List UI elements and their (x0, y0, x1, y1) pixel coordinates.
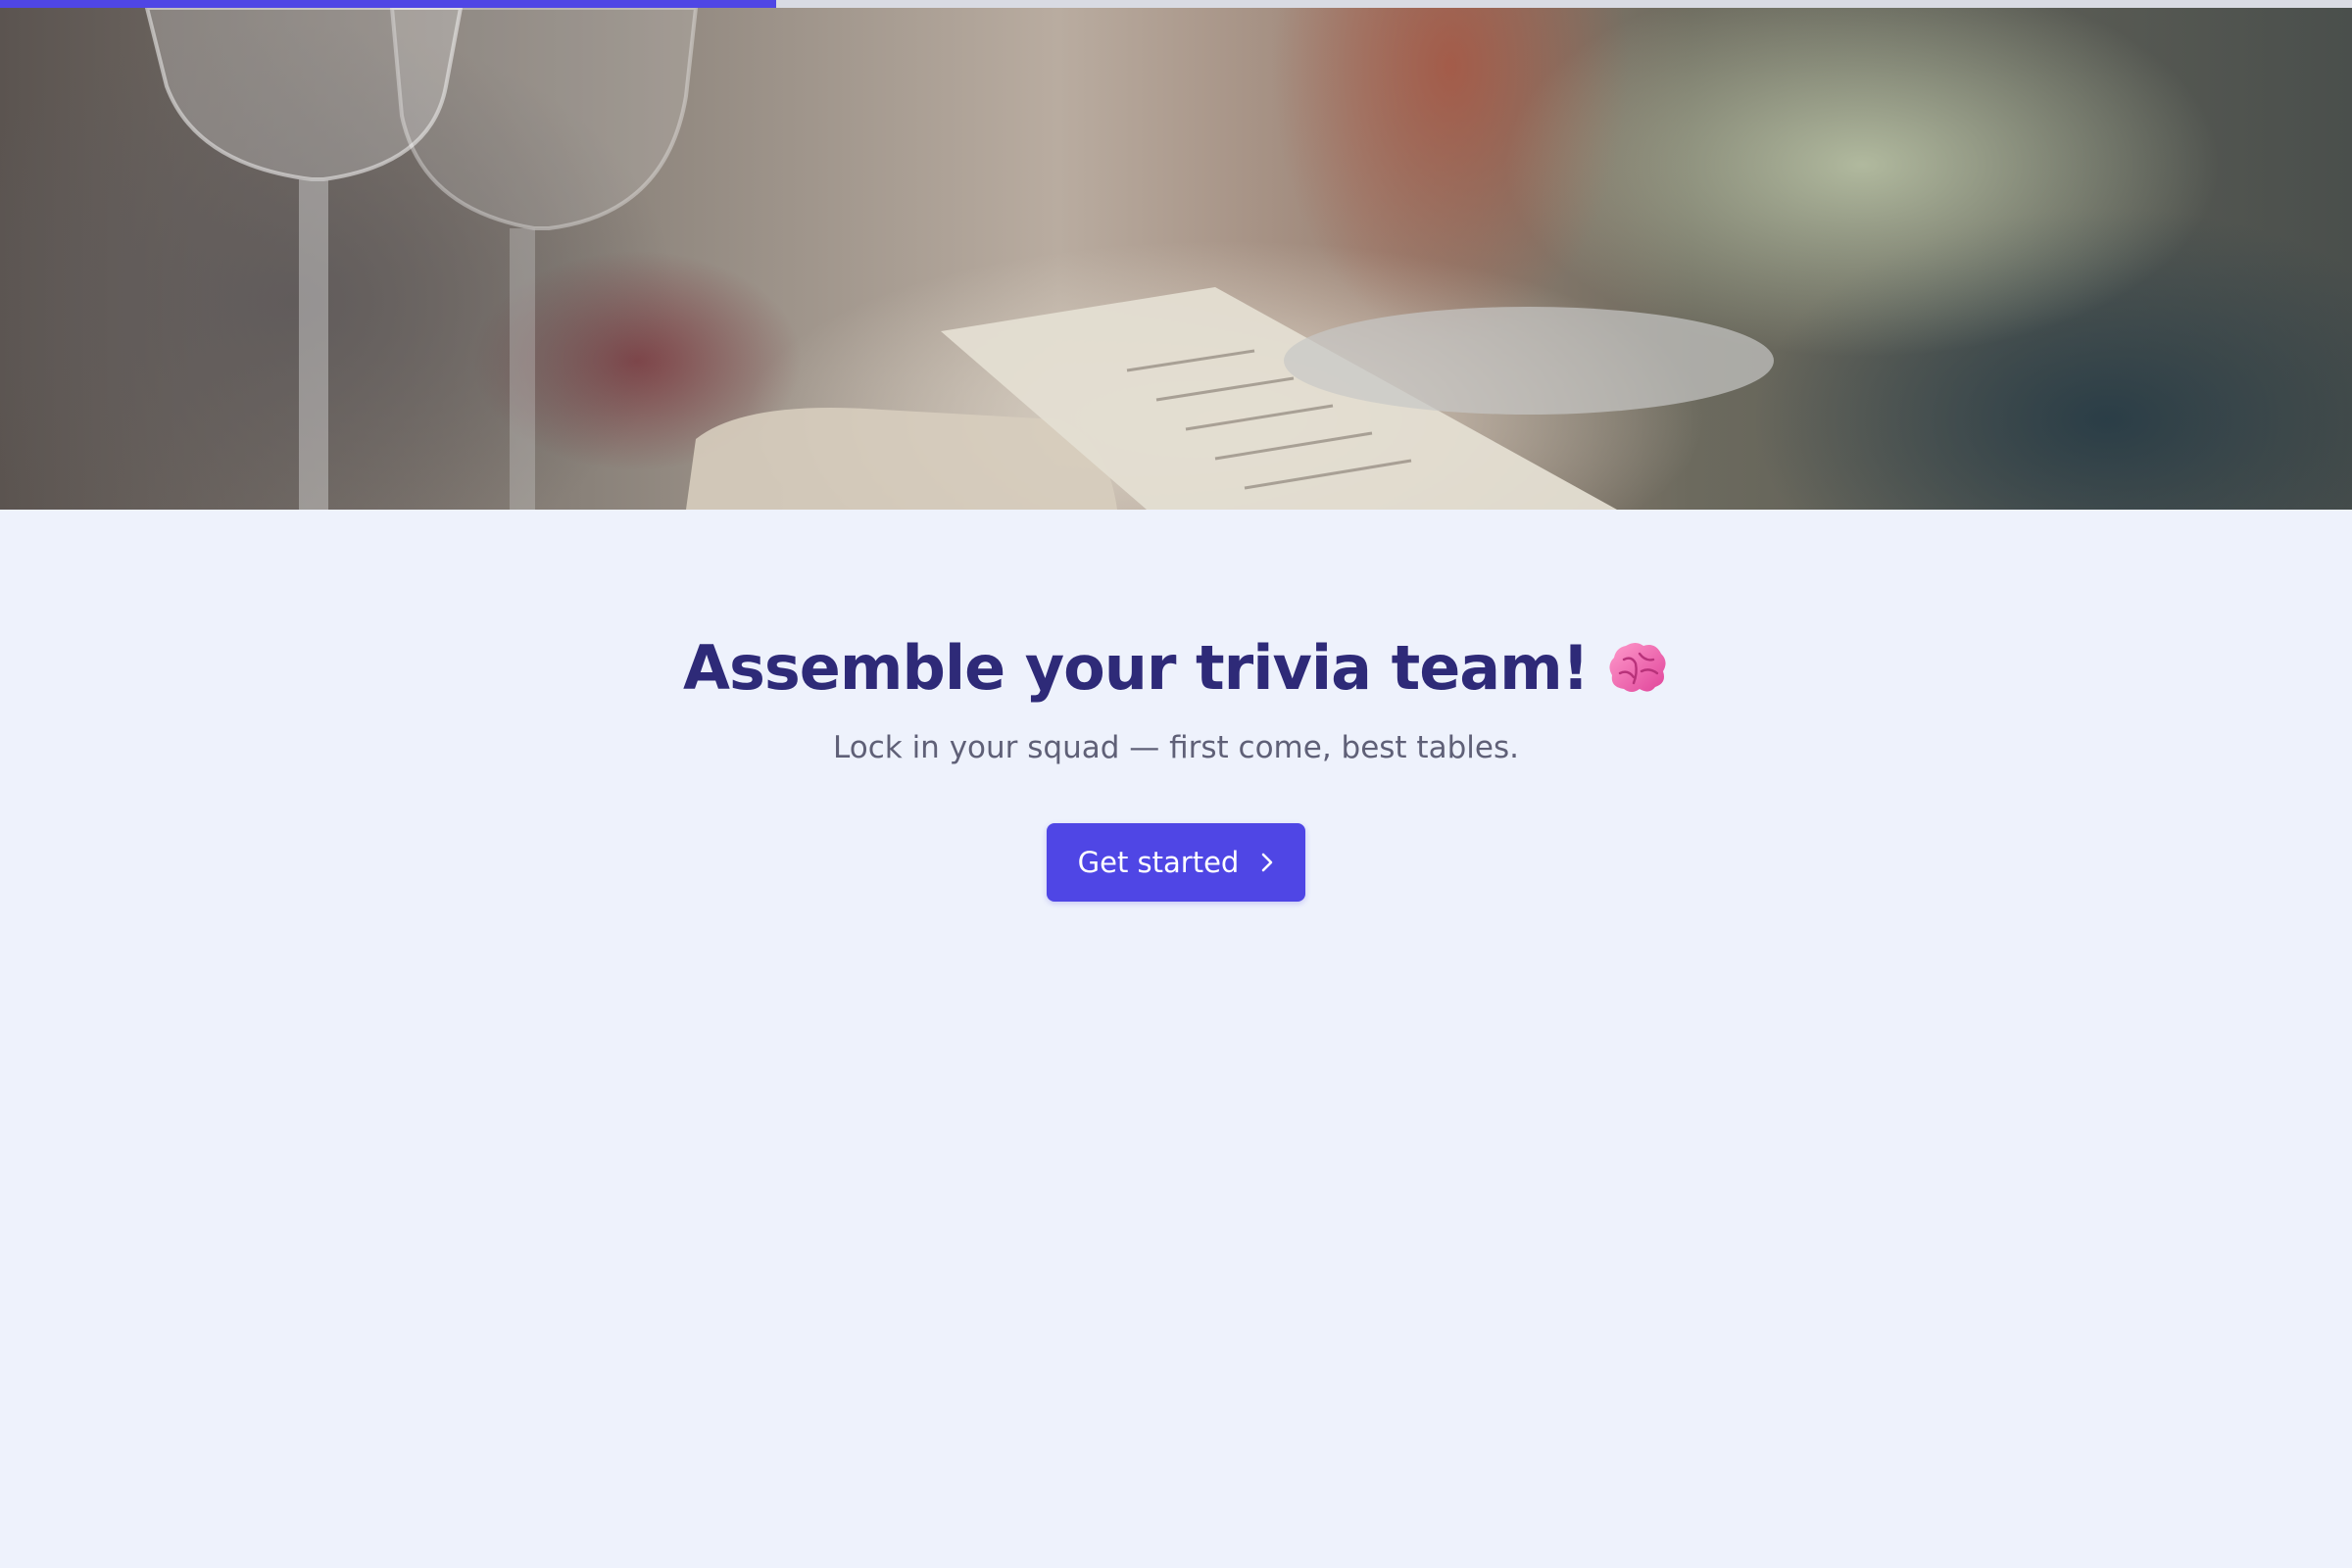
brain-icon (1609, 643, 1666, 692)
hero-photo-illustration (144, 8, 1774, 510)
chevron-right-icon (1262, 853, 1273, 872)
hero-image (0, 8, 2352, 510)
get-started-button[interactable]: Get started (1047, 823, 1305, 902)
headline-text: Assemble your trivia team! (683, 632, 1590, 704)
page: Assemble your trivia team! Lock in your … (0, 0, 2352, 1568)
progress-bar-fill (0, 0, 776, 8)
progress-bar (0, 0, 2352, 8)
page-title: Assemble your trivia team! (0, 632, 2352, 704)
get-started-label: Get started (1077, 846, 1240, 879)
page-subtitle: Lock in your squad — first come, best ta… (833, 730, 1519, 765)
